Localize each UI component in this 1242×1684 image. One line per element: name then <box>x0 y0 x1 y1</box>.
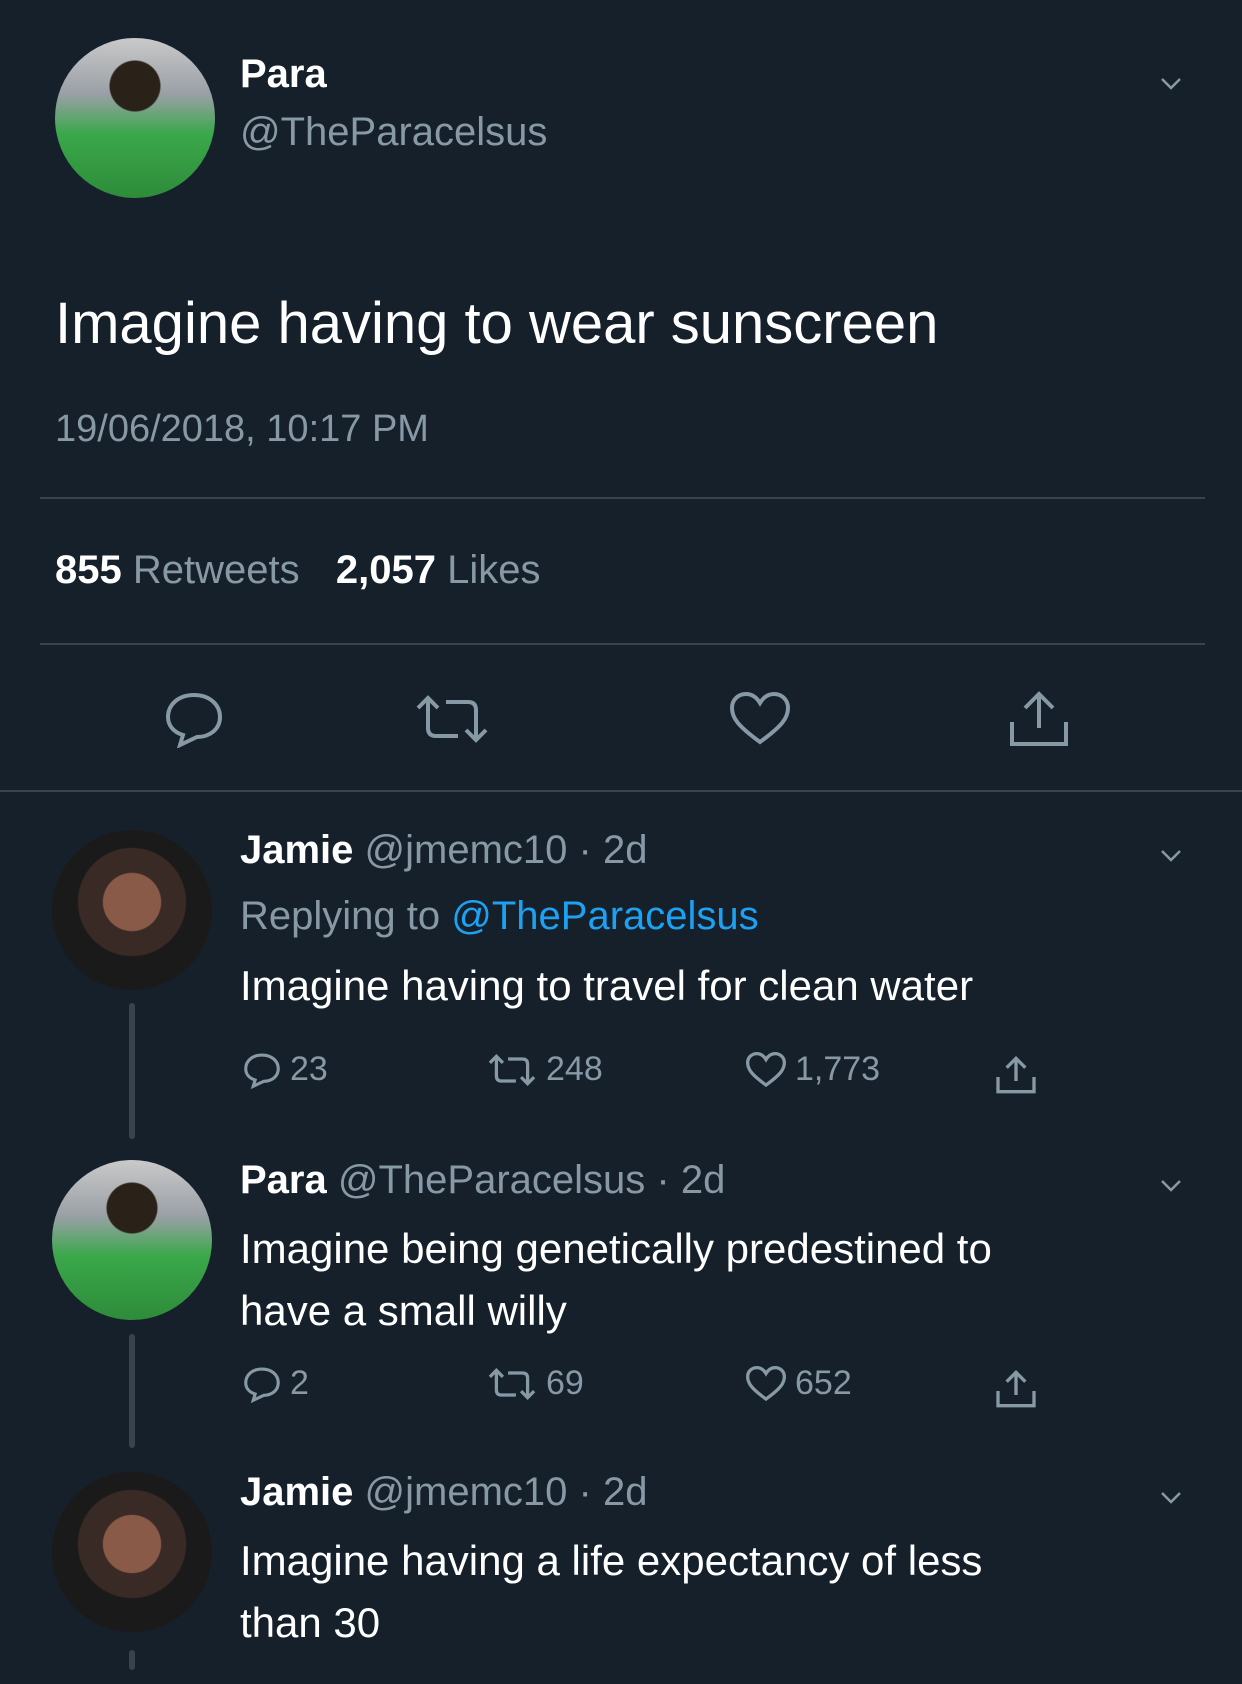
replying-to-label: Replying to <box>240 894 441 938</box>
reply-count: 2 <box>290 1364 309 1402</box>
like-icon <box>746 1051 786 1087</box>
author-name[interactable]: Para <box>240 52 327 97</box>
reply-action[interactable]: 2 <box>242 1364 309 1403</box>
like-count: 652 <box>795 1364 852 1402</box>
reply-text: Imagine having a life expectancy of less… <box>240 1530 982 1654</box>
reply-author-name[interactable]: Para <box>240 1158 327 1202</box>
reply-icon <box>244 1052 280 1089</box>
share-icon[interactable] <box>994 1368 1038 1410</box>
replying-to-handle[interactable]: @TheParacelsus <box>451 894 758 938</box>
author-handle[interactable]: @TheParacelsus <box>240 110 547 155</box>
reply-text-line: have a small willy <box>240 1287 567 1334</box>
avatar[interactable] <box>52 1472 212 1632</box>
reply-icon <box>244 1366 280 1403</box>
chevron-down-icon[interactable] <box>1160 844 1182 866</box>
reply-meta[interactable]: @TheParacelsus · 2d <box>338 1158 725 1202</box>
retweet-count: 69 <box>546 1364 584 1402</box>
retweet-icon <box>488 1367 536 1400</box>
tweet-timestamp[interactable]: 19/06/2018, 10:17 PM <box>55 408 429 451</box>
reply-text-line: than 30 <box>240 1599 381 1646</box>
chevron-down-icon[interactable] <box>1160 1486 1182 1508</box>
retweets-label[interactable]: Retweets <box>133 548 300 592</box>
reply-meta[interactable]: @jmemc10 · 2d <box>365 1470 648 1514</box>
retweet-action[interactable]: 69 <box>486 1364 584 1403</box>
reply-text: Imagine being genetically predestined to… <box>240 1218 992 1342</box>
thread-line <box>129 1334 135 1448</box>
replying-to: Replying to @TheParacelsus <box>240 894 759 939</box>
reply-header: Jamie @jmemc10 · 2d <box>240 1470 647 1515</box>
reply-header: Jamie @jmemc10 · 2d <box>240 828 647 873</box>
divider <box>0 790 1242 792</box>
retweets-count[interactable]: 855 <box>55 548 122 592</box>
reply-text-line: Imagine being genetically predestined to <box>240 1225 992 1272</box>
tweet-stats: 855 Retweets 2,057 Likes <box>55 548 541 593</box>
retweet-icon <box>488 1053 536 1086</box>
reply-author-name[interactable]: Jamie <box>240 1470 353 1514</box>
like-count: 1,773 <box>795 1050 881 1088</box>
reply-text: Imagine having to travel for clean water <box>240 962 974 1009</box>
reply-icon[interactable] <box>162 690 226 748</box>
thread-line <box>129 1650 135 1670</box>
reply-count: 23 <box>290 1050 328 1088</box>
reply-header: Para @TheParacelsus · 2d <box>240 1158 725 1203</box>
tweet-text: Imagine having to wear sunscreen <box>55 291 939 356</box>
retweet-count: 248 <box>546 1050 603 1088</box>
avatar[interactable] <box>55 38 215 198</box>
retweet-icon[interactable] <box>412 690 492 748</box>
likes-count[interactable]: 2,057 <box>336 548 436 592</box>
like-action[interactable]: 652 <box>745 1364 852 1403</box>
retweet-action[interactable]: 248 <box>486 1050 603 1089</box>
reply-author-name[interactable]: Jamie <box>240 828 353 872</box>
chevron-down-icon[interactable] <box>1160 72 1182 94</box>
likes-label[interactable]: Likes <box>447 548 540 592</box>
chevron-down-icon[interactable] <box>1160 1174 1182 1196</box>
avatar[interactable] <box>52 830 212 990</box>
divider <box>40 643 1205 645</box>
divider <box>40 497 1205 499</box>
like-icon <box>746 1365 786 1401</box>
share-icon[interactable] <box>994 1054 1038 1096</box>
reply-action[interactable]: 23 <box>242 1050 328 1089</box>
avatar[interactable] <box>52 1160 212 1320</box>
like-action[interactable]: 1,773 <box>745 1050 880 1089</box>
share-icon[interactable] <box>1006 688 1072 750</box>
like-icon[interactable] <box>728 690 792 748</box>
thread-line <box>129 1003 135 1139</box>
reply-text-line: Imagine having a life expectancy of less <box>240 1537 983 1584</box>
reply-meta[interactable]: @jmemc10 · 2d <box>365 828 648 872</box>
